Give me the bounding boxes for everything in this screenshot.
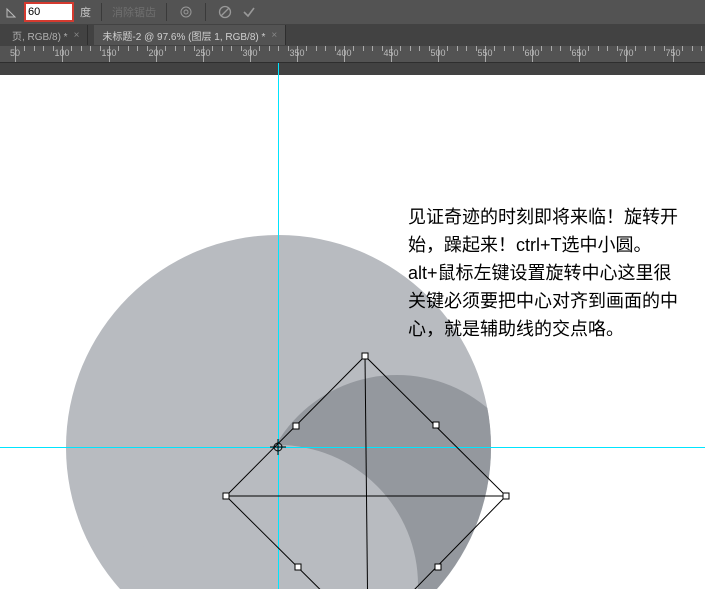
transform-handle[interactable] [503,493,509,499]
rotate-angle-icon [6,6,18,18]
canvas[interactable]: 见证奇迹的时刻即将来临！旋转开始，躁起来！ctrl+T选中小圆。alt+鼠标左键… [0,75,705,589]
transform-handle[interactable] [293,423,299,429]
tab-label: 页, RGB/8) * [12,28,68,43]
instruction-text: 见证奇迹的时刻即将来临！旋转开始，躁起来！ctrl+T选中小圆。alt+鼠标左键… [408,203,678,343]
close-icon[interactable]: × [271,30,277,41]
rotation-pivot-icon[interactable] [270,439,286,455]
horizontal-ruler[interactable]: 5010015020025030035040045050055060065070… [0,46,705,63]
separator [205,3,206,21]
transform-handle[interactable] [435,564,441,570]
close-icon[interactable]: × [74,30,80,41]
transform-handle[interactable] [362,353,368,359]
antialias-label[interactable]: 消除锯齿 [112,4,156,20]
rotation-angle-input[interactable] [24,2,74,22]
separator [101,3,102,21]
cancel-transform-icon[interactable] [216,3,234,21]
transform-handle[interactable] [295,564,301,570]
angle-unit-label: 度 [80,4,91,20]
document-tab[interactable]: 未标题-2 @ 97.6% (图层 1, RGB/8) * × [94,25,286,45]
options-bar: 度 消除锯齿 [0,0,705,24]
document-tab[interactable]: 页, RGB/8) * × [4,25,88,45]
commit-transform-icon[interactable] [240,3,258,21]
transform-handle[interactable] [223,493,229,499]
tab-label: 未标题-2 @ 97.6% (图层 1, RGB/8) * [102,28,265,43]
transform-handle[interactable] [433,422,439,428]
workspace: 见证奇迹的时刻即将来临！旋转开始，躁起来！ctrl+T选中小圆。alt+鼠标左键… [0,63,705,589]
warp-mode-icon[interactable] [177,3,195,21]
separator [166,3,167,21]
document-tab-bar: 页, RGB/8) * × 未标题-2 @ 97.6% (图层 1, RGB/8… [0,24,705,46]
